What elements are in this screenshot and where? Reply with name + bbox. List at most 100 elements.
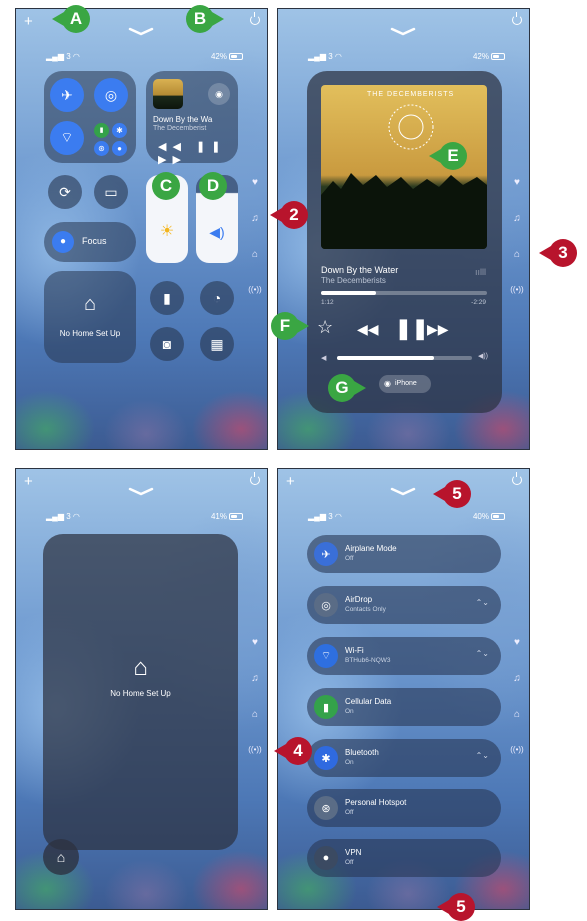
vpn-row[interactable]: ● VPN Off: [307, 839, 501, 877]
home-app-button[interactable]: ⌂: [43, 839, 79, 875]
rail-connectivity-icon[interactable]: ((•)): [248, 745, 262, 754]
volume-bar[interactable]: [337, 356, 472, 360]
airdrop-row[interactable]: ◎ AirDrop Contacts Only ⌃⌄: [307, 586, 501, 624]
pause-icon[interactable]: ❚❚: [196, 141, 226, 153]
callout-letter: G: [335, 378, 349, 397]
dismiss-chevron-icon[interactable]: [128, 486, 154, 496]
timer-button[interactable]: ◔: [200, 281, 234, 315]
volume-fill: [337, 356, 435, 360]
row-subtitle: On: [345, 708, 354, 715]
screen-mirroring-button[interactable]: ▭: [94, 175, 128, 209]
row-subtitle: On: [345, 759, 354, 766]
power-icon[interactable]: [250, 12, 260, 25]
now-playing-card[interactable]: THE DECEMBERISTS Down By the Water The D…: [307, 71, 502, 413]
row-title: Cellular Data: [345, 697, 392, 706]
time-elapsed: 1:12: [321, 299, 334, 306]
add-control-icon[interactable]: +: [286, 474, 295, 489]
airplane-toggle[interactable]: ✈: [50, 78, 84, 112]
dismiss-chevron-icon[interactable]: [390, 486, 416, 496]
playback-controls[interactable]: ◀◀ ❚❚ ▶▶: [158, 140, 238, 166]
callout-letter: B: [193, 9, 207, 28]
home-label: No Home Set Up: [59, 329, 121, 338]
row-subtitle: Contacts Only: [345, 606, 386, 613]
rail-heart-icon[interactable]: ♥: [510, 177, 524, 188]
rewind-icon[interactable]: ◀◀: [357, 321, 379, 338]
dismiss-chevron-icon[interactable]: [390, 26, 416, 36]
home-tile[interactable]: ⌂ No Home Set Up: [44, 271, 136, 363]
volume-low-icon: ◀: [321, 355, 327, 362]
bluetooth-icon[interactable]: ✱: [112, 123, 127, 138]
callout-number: 4: [293, 741, 303, 760]
forward-icon[interactable]: ▶▶: [427, 321, 449, 338]
now-playing-tile[interactable]: ◉ Down By the Wa The Decemberist ◀◀ ❚❚ ▶…: [146, 71, 238, 166]
battery-status: 41%: [211, 512, 243, 521]
personal-hotspot-row[interactable]: ⊛ Personal Hotspot Off: [307, 789, 501, 827]
airplane-mode-row[interactable]: ✈ Airplane Mode Off: [307, 535, 501, 573]
rail-heart-icon[interactable]: ♥: [510, 637, 524, 648]
album-art-text: THE DECEMBERISTS: [367, 91, 455, 98]
airplane-icon: ✈: [314, 542, 338, 566]
calculator-button[interactable]: ▦: [200, 327, 234, 361]
row-subtitle: Off: [345, 555, 354, 562]
add-control-icon[interactable]: +: [24, 474, 33, 489]
dismiss-chevron-icon[interactable]: [128, 26, 154, 36]
rail-home-icon[interactable]: ⌂: [510, 249, 524, 260]
camera-button[interactable]: ◙: [150, 327, 184, 361]
rail-connectivity-icon[interactable]: ((•)): [510, 285, 524, 294]
wifi-row[interactable]: ⌔ Wi-Fi BTHub6-NQW3 ⌃⌄: [307, 637, 501, 675]
row-subtitle: Off: [345, 859, 354, 866]
rail-heart-icon[interactable]: ♥: [248, 177, 262, 188]
rail-connectivity-icon[interactable]: ((•)): [510, 745, 524, 754]
cellular-icon[interactable]: ▮: [94, 123, 109, 138]
track-artist: The Decemberists: [321, 276, 386, 285]
output-device-button[interactable]: ◉ iPhone: [379, 375, 431, 393]
signal-status: ▂▄▆ 3 ◠: [46, 512, 80, 521]
home-icon: ⌂: [133, 654, 148, 681]
wifi-icon: ⌔: [314, 644, 338, 668]
vpn-icon: ●: [314, 846, 338, 870]
forward-icon[interactable]: ▶▶: [158, 154, 187, 166]
airplay-icon: ◉: [384, 379, 391, 388]
battery-status: 40%: [473, 512, 505, 521]
rewind-icon[interactable]: ◀◀: [158, 141, 187, 153]
rail-music-icon[interactable]: ♫: [510, 673, 524, 684]
power-icon[interactable]: [512, 472, 522, 485]
power-icon[interactable]: [250, 472, 260, 485]
panel-connectivity-expanded: + ▂▄▆ 3 ◠ 40% ✈ Airplane Mode Off ◎ AirDrop…: [277, 468, 530, 910]
favorite-star-icon[interactable]: ☆: [317, 317, 333, 338]
airplay-icon[interactable]: ◉: [208, 83, 230, 105]
add-control-icon[interactable]: +: [24, 14, 33, 29]
expand-chevron-icon[interactable]: ⌃⌄: [476, 751, 489, 760]
person-icon: ●: [52, 231, 74, 253]
rail-home-icon[interactable]: ⌂: [510, 709, 524, 720]
connectivity-group[interactable]: ✈ ◎ ⌔ ▮ ✱ ⊛ ●: [44, 71, 136, 163]
rail-music-icon[interactable]: ♫: [248, 213, 262, 224]
home-card[interactable]: ⌂ No Home Set Up: [43, 534, 238, 850]
bluetooth-row[interactable]: ✱ Bluetooth On ⌃⌄: [307, 739, 501, 777]
flashlight-button[interactable]: ▮: [150, 281, 184, 315]
airdrop-icon: ◎: [314, 593, 338, 617]
hotspot-icon[interactable]: ⊛: [94, 141, 109, 156]
focus-button[interactable]: ● Focus: [44, 222, 136, 262]
cellular-data-row[interactable]: ▮ Cellular Data On: [307, 688, 501, 726]
pause-icon[interactable]: ❚❚: [395, 316, 429, 341]
panel-control-center-main: + ▂▄▆ 3 ◠ 42% ✈ ◎ ⌔ ▮ ✱ ⊛ ● ◉ Down By th…: [15, 8, 268, 450]
rail-music-icon[interactable]: ♫: [248, 673, 262, 684]
rail-home-icon[interactable]: ⌂: [248, 709, 262, 720]
panel-now-playing-expanded: ▂▄▆ 3 ◠ 42% THE DECEMBERISTS Down By the…: [277, 8, 530, 450]
rail-heart-icon[interactable]: ♥: [248, 637, 262, 648]
callout-5-top: 5: [433, 480, 471, 508]
vpn-icon[interactable]: ●: [112, 141, 127, 156]
rail-home-icon[interactable]: ⌂: [248, 249, 262, 260]
expand-chevron-icon[interactable]: ⌃⌄: [476, 649, 489, 658]
rail-connectivity-icon[interactable]: ((•)): [248, 285, 262, 294]
volume-high-icon: ◀)): [477, 353, 488, 360]
orientation-lock-button[interactable]: ⟳: [48, 175, 82, 209]
power-icon[interactable]: [512, 12, 522, 25]
wifi-toggle[interactable]: ⌔: [50, 121, 84, 155]
control-center-tutorial: + ▂▄▆ 3 ◠ 42% ✈ ◎ ⌔ ▮ ✱ ⊛ ● ◉ Down By th…: [0, 0, 587, 921]
rail-music-icon[interactable]: ♫: [510, 213, 524, 224]
progress-bar[interactable]: [321, 291, 487, 295]
expand-chevron-icon[interactable]: ⌃⌄: [476, 598, 489, 607]
airdrop-toggle[interactable]: ◎: [94, 78, 128, 112]
